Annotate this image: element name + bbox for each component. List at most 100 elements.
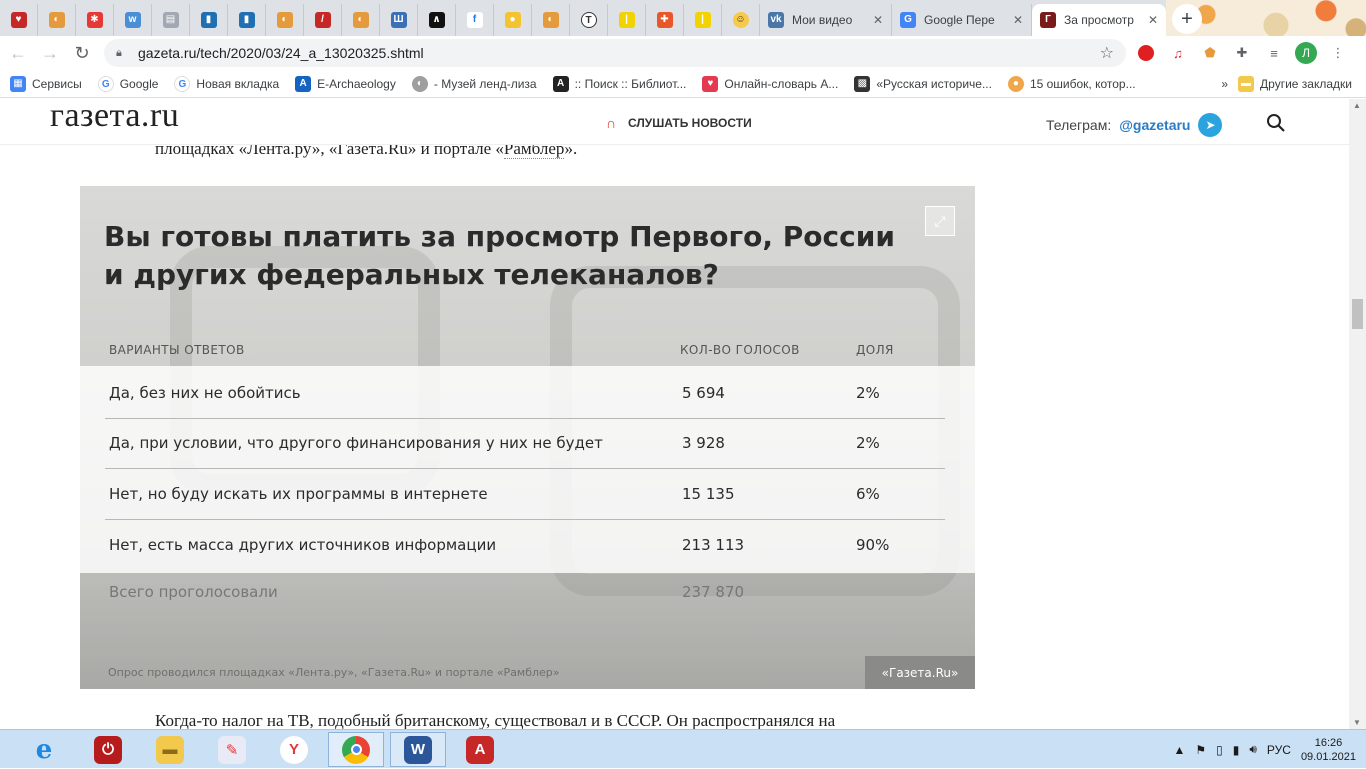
- forward-button[interactable]: →: [36, 39, 64, 67]
- browser-toolbar: ← → ↻ 🔒︎ gazeta.ru/tech/2020/03/24_a_130…: [0, 36, 1366, 70]
- profile-avatar[interactable]: Л: [1294, 41, 1318, 65]
- tab-pinned[interactable]: Ш: [380, 4, 418, 36]
- back-button[interactable]: ←: [4, 39, 32, 67]
- system-tray: ▲ ⚑ ▯ ▮ 🔊︎ РУС 16:26 09.01.2021: [1173, 730, 1356, 769]
- poll-footnote: Опрос проводился площадках «Лента.ру», «…: [108, 666, 560, 679]
- expand-icon[interactable]: ⤢: [925, 206, 955, 236]
- tab-pinned[interactable]: ▤: [152, 4, 190, 36]
- headphones-icon: ∩: [606, 115, 617, 131]
- telegram-link[interactable]: Телеграм: @gazetaru ➤: [1046, 113, 1223, 137]
- bookmark-star-icon[interactable]: ☆: [1100, 43, 1114, 63]
- tab-pinned[interactable]: w: [114, 4, 152, 36]
- tab-pinned[interactable]: ◐: [38, 4, 76, 36]
- poll-total-row: Всего проголосовали 237 870: [80, 573, 975, 613]
- listen-news-button[interactable]: ∩ СЛУШАТЬ НОВОСТИ: [606, 115, 752, 131]
- tab-pinned[interactable]: |: [608, 4, 646, 36]
- site-logo[interactable]: газета.ru: [50, 99, 179, 135]
- tab-favicon: w: [124, 12, 141, 28]
- tab-pinned[interactable]: ▮: [228, 4, 266, 36]
- tab-bar: ♥ ◐ ✱ w ▤ ▮ ▮ ◐ / ◐ Ш ∧ f ● ◐ T | ✚ | ☺ …: [0, 0, 1366, 36]
- scroll-down-arrow-icon[interactable]: ▼: [1353, 718, 1361, 727]
- tab-pinned[interactable]: ◐: [266, 4, 304, 36]
- tab-pinned[interactable]: ∧: [418, 4, 456, 36]
- network-icon[interactable]: ▮: [1233, 743, 1240, 757]
- bookmark-other-folder[interactable]: ▬ Другие закладки: [1238, 75, 1352, 92]
- tab-favicon: |: [694, 12, 711, 28]
- bookmark-library-search[interactable]: A:: Поиск :: Библиот...: [552, 75, 687, 92]
- taskbar-acrobat[interactable]: A: [452, 732, 508, 767]
- vote-share: 2%: [856, 384, 880, 402]
- tab-vk-video[interactable]: vk Мои видео ✕: [760, 4, 892, 36]
- extension-adblock-icon[interactable]: [1134, 41, 1158, 65]
- column-header-share: ДОЛЯ: [856, 343, 894, 357]
- volume-icon[interactable]: 🔊︎: [1249, 742, 1257, 757]
- vote-share: 90%: [856, 536, 890, 554]
- reload-button[interactable]: ↻: [68, 39, 96, 67]
- flag-icon[interactable]: ⚑: [1195, 743, 1206, 757]
- page-scrollbar[interactable]: ▲ ▼: [1349, 99, 1366, 729]
- tab-pinned[interactable]: ▮: [190, 4, 228, 36]
- bookmark-label: Новая вкладка: [196, 76, 280, 91]
- tab-favicon: Ш: [390, 12, 407, 28]
- taskbar-word[interactable]: W: [390, 732, 446, 767]
- tab-pinned[interactable]: ☺: [722, 4, 760, 36]
- bookmark-services[interactable]: ▦ Сервисы: [10, 75, 82, 92]
- tab-pinned[interactable]: |: [684, 4, 722, 36]
- tab-pinned[interactable]: f: [456, 4, 494, 36]
- extension-shield-icon[interactable]: ⬟: [1198, 41, 1222, 65]
- google-translate-icon: G: [900, 12, 916, 28]
- language-indicator[interactable]: РУС: [1267, 743, 1291, 757]
- extension-music-icon[interactable]: ♫: [1166, 41, 1190, 65]
- url-text: gazeta.ru/tech/2020/03/24_a_13020325.sht…: [138, 45, 424, 61]
- taskbar-chrome[interactable]: [328, 732, 384, 767]
- taskbar-paint[interactable]: ✎: [204, 732, 260, 767]
- lock-icon: 🔒︎: [116, 47, 122, 59]
- telegram-label: Телеграм:: [1046, 117, 1112, 133]
- new-tab-button[interactable]: +: [1172, 4, 1202, 34]
- tab-pinned[interactable]: ◐: [532, 4, 570, 36]
- tab-favicon: ●: [504, 12, 521, 28]
- bookmarks-more-button[interactable]: »: [1221, 77, 1228, 91]
- tab-google-translate[interactable]: G Google Пере ✕: [892, 4, 1032, 36]
- tab-pinned[interactable]: T: [570, 4, 608, 36]
- bookmark-label: Сервисы: [32, 76, 82, 91]
- close-icon[interactable]: ✕: [873, 13, 883, 27]
- show-hidden-icons-icon[interactable]: ▲: [1173, 743, 1185, 757]
- scrollbar-thumb[interactable]: [1352, 299, 1363, 329]
- bookmark-russian-history[interactable]: ▩ «Русская историче...: [854, 75, 992, 92]
- close-icon[interactable]: ✕: [1013, 13, 1023, 27]
- tab-pinned[interactable]: ●: [494, 4, 532, 36]
- taskbar-explorer[interactable]: ▬: [142, 732, 198, 767]
- tab-pinned[interactable]: ◐: [342, 4, 380, 36]
- address-bar[interactable]: 🔒︎ gazeta.ru/tech/2020/03/24_a_13020325.…: [104, 39, 1126, 67]
- tab-pinned[interactable]: ♥: [0, 4, 38, 36]
- tab-favicon: ◐: [352, 12, 369, 28]
- bookmark-e-archaeology[interactable]: A E-Archaeology: [295, 75, 396, 92]
- paint-palette-icon: ✎: [218, 735, 246, 764]
- taskbar-ie[interactable]: e: [16, 732, 72, 767]
- media-controls-icon[interactable]: ≡: [1262, 41, 1286, 65]
- tab-active[interactable]: Г За просмотр ✕: [1032, 4, 1166, 36]
- table-row: Да, при условии, что другого финансирова…: [105, 419, 945, 469]
- battery-icon[interactable]: ▯: [1216, 743, 1223, 757]
- bookmark-new-tab[interactable]: G Новая вкладка: [174, 75, 280, 92]
- table-row: Нет, есть масса других источников информ…: [105, 521, 945, 571]
- bookmark-15-mistakes[interactable]: ● 15 ошибок, котор...: [1007, 75, 1136, 92]
- clock[interactable]: 16:26 09.01.2021: [1301, 736, 1356, 764]
- taskbar-yandex[interactable]: Y: [266, 732, 322, 767]
- scroll-up-arrow-icon[interactable]: ▲: [1353, 101, 1361, 110]
- taskbar-shutdown[interactable]: ⏻: [80, 732, 136, 767]
- extensions-puzzle-icon[interactable]: ✚: [1230, 41, 1254, 65]
- bookmark-lend-lease[interactable]: ◐ - Музей ленд-лиза: [411, 75, 537, 92]
- bookmark-dictionary[interactable]: ♥ Онлайн-словарь А...: [702, 75, 838, 92]
- tab-pinned[interactable]: ✚: [646, 4, 684, 36]
- tab-pinned[interactable]: ✱: [76, 4, 114, 36]
- menu-dots-icon[interactable]: ⋮: [1326, 41, 1350, 65]
- bookmark-google[interactable]: G Google: [97, 75, 158, 92]
- tab-pinned[interactable]: /: [304, 4, 342, 36]
- close-icon[interactable]: ✕: [1148, 13, 1158, 27]
- history-icon: ▩: [854, 75, 871, 92]
- poll-infographic: ⤢ Вы готовы платить за просмотр Первого,…: [80, 186, 975, 689]
- search-icon[interactable]: [1266, 113, 1286, 133]
- bookmark-label: :: Поиск :: Библиот...: [574, 76, 687, 91]
